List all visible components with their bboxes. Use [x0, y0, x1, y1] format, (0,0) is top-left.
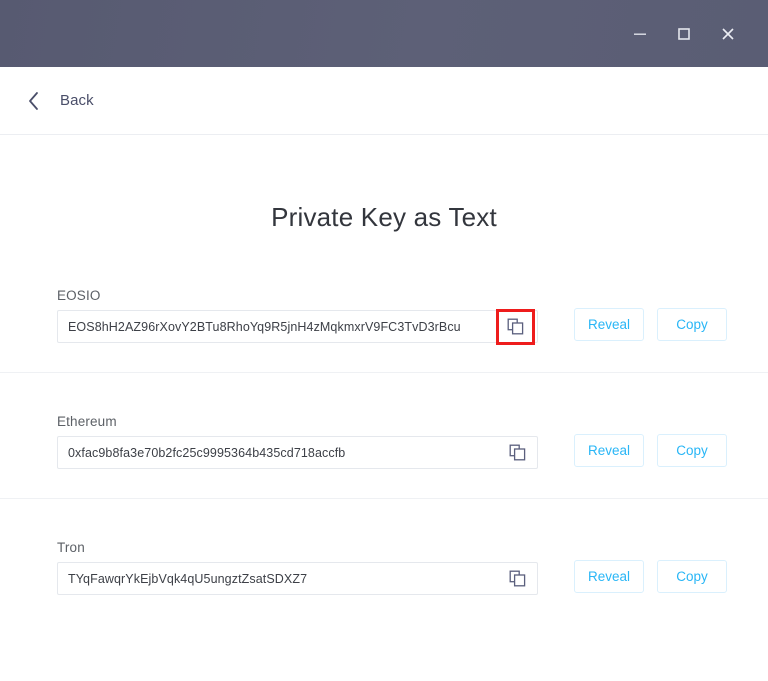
key-row: Tron TYqFawqrYkEjbVqk4qU5ungztZsatSDXZ7 … [0, 528, 768, 595]
back-button[interactable]: Back [22, 90, 94, 112]
key-field-block: EOSIO EOS8hH2AZ96rXovY2BTu8RhoYq9R5jnH4z… [57, 288, 538, 345]
key-field-block: Tron TYqFawqrYkEjbVqk4qU5ungztZsatSDXZ7 [57, 540, 538, 595]
key-value: EOS8hH2AZ96rXovY2BTu8RhoYq9R5jnH4zMqkmxr… [68, 319, 461, 334]
copy-button[interactable]: Copy [657, 434, 727, 467]
navigation-bar: Back [0, 67, 768, 135]
key-field-block: Ethereum 0xfac9b8fa3e70b2fc25c9995364b43… [57, 414, 538, 469]
key-label: Tron [57, 540, 85, 555]
minimize-icon [633, 27, 647, 41]
close-button[interactable] [706, 12, 750, 56]
copy-icon [507, 318, 524, 335]
row-actions: Reveal Copy [574, 434, 727, 469]
copy-icon-button[interactable] [496, 308, 535, 345]
copy-icon [509, 444, 526, 461]
close-icon [720, 26, 736, 42]
key-rows-container: EOSIO EOS8hH2AZ96rXovY2BTu8RhoYq9R5jnH4z… [0, 276, 768, 595]
key-input[interactable]: TYqFawqrYkEjbVqk4qU5ungztZsatSDXZ7 [57, 562, 538, 595]
key-row: Ethereum 0xfac9b8fa3e70b2fc25c9995364b43… [0, 402, 768, 469]
key-value: TYqFawqrYkEjbVqk4qU5ungztZsatSDXZ7 [68, 571, 308, 586]
copy-icon-button[interactable] [503, 566, 531, 592]
row-actions: Reveal Copy [574, 308, 727, 343]
key-label: Ethereum [57, 414, 117, 429]
maximize-icon [677, 27, 691, 41]
chevron-left-icon [22, 90, 44, 112]
maximize-button[interactable] [662, 12, 706, 56]
reveal-button[interactable]: Reveal [574, 434, 644, 467]
reveal-button[interactable]: Reveal [574, 560, 644, 593]
key-value: 0xfac9b8fa3e70b2fc25c9995364b435cd718acc… [68, 445, 346, 460]
window-titlebar [0, 0, 768, 67]
key-label: EOSIO [57, 288, 101, 303]
back-label: Back [60, 92, 94, 109]
copy-icon [509, 570, 526, 587]
copy-icon-button[interactable] [503, 440, 531, 466]
key-row: EOSIO EOS8hH2AZ96rXovY2BTu8RhoYq9R5jnH4z… [0, 276, 768, 345]
reveal-button[interactable]: Reveal [574, 308, 644, 341]
page-title: Private Key as Text [271, 202, 497, 232]
key-input[interactable]: 0xfac9b8fa3e70b2fc25c9995364b435cd718acc… [57, 436, 538, 469]
minimize-button[interactable] [618, 12, 662, 56]
copy-button[interactable]: Copy [657, 560, 727, 593]
key-input[interactable]: EOS8hH2AZ96rXovY2BTu8RhoYq9R5jnH4zMqkmxr… [57, 308, 538, 345]
row-actions: Reveal Copy [574, 560, 727, 595]
copy-button[interactable]: Copy [657, 308, 727, 341]
